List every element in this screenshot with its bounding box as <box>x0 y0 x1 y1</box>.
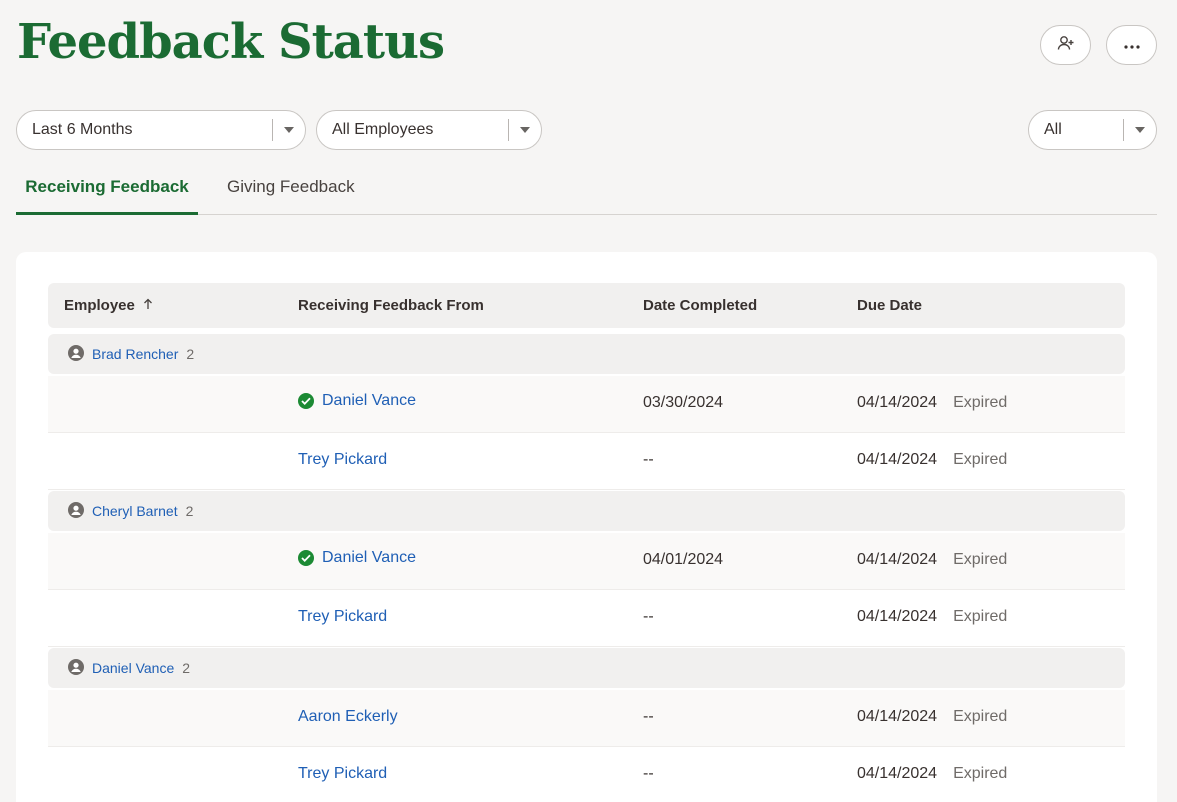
employee-group-row: Daniel Vance 2 <box>48 648 1125 688</box>
chevron-down-icon <box>273 127 305 133</box>
reviewer-name-link[interactable]: Daniel Vance <box>322 392 416 410</box>
column-header-date-completed[interactable]: Date Completed <box>643 297 757 314</box>
table-row: Aaron Eckerly -- 04/14/2024 Expired <box>48 690 1125 747</box>
period-select[interactable]: Last 6 Months <box>16 110 306 150</box>
status-select[interactable]: All <box>1028 110 1157 150</box>
due-date: 04/14/2024 <box>857 708 938 725</box>
checkmark-circle-icon <box>298 393 314 409</box>
user-avatar-icon <box>68 344 84 364</box>
status-badge: Expired <box>953 608 1008 625</box>
reviewer-name-link[interactable]: Daniel Vance <box>322 549 416 567</box>
feedback-count: 2 <box>182 660 191 676</box>
page-title: Feedback Status <box>17 14 445 70</box>
reviewer-name-link[interactable]: Trey Pickard <box>298 608 387 626</box>
reviewer-name-link[interactable]: Aaron Eckerly <box>298 708 398 726</box>
chevron-down-icon <box>1124 127 1156 133</box>
ellipsis-icon <box>1123 36 1140 54</box>
feedback-count: 2 <box>186 346 195 362</box>
period-select-value: Last 6 Months <box>32 121 133 138</box>
reviewer-name-link[interactable]: Trey Pickard <box>298 765 387 783</box>
tab-giving-feedback[interactable]: Giving Feedback <box>227 168 355 215</box>
status-badge: Expired <box>953 451 1008 468</box>
user-avatar-icon <box>68 658 84 678</box>
column-header-due-date[interactable]: Due Date <box>857 297 922 314</box>
reviewer-name-link[interactable]: Trey Pickard <box>298 451 387 469</box>
more-options-button[interactable] <box>1106 25 1157 65</box>
table-row: Daniel Vance 03/30/2024 04/14/2024 Expired <box>48 376 1125 433</box>
person-plus-icon <box>1057 35 1075 56</box>
employee-name-link[interactable]: Daniel Vance <box>92 660 174 676</box>
due-date: 04/14/2024 <box>857 394 938 411</box>
employee-group-row: Cheryl Barnet 2 <box>48 491 1125 531</box>
user-avatar-icon <box>68 501 84 521</box>
add-person-button[interactable] <box>1040 25 1091 65</box>
employee-group-row: Brad Rencher 2 <box>48 334 1125 374</box>
employees-select[interactable]: All Employees <box>316 110 542 150</box>
table-row: Trey Pickard -- 04/14/2024 Expired <box>48 433 1125 490</box>
date-completed: 03/30/2024 <box>643 394 724 411</box>
due-date: 04/14/2024 <box>857 551 938 568</box>
date-completed: -- <box>643 708 654 725</box>
column-header-label: Employee <box>64 297 135 314</box>
due-date: 04/14/2024 <box>857 608 938 625</box>
table-row: Trey Pickard -- 04/14/2024 Expired <box>48 590 1125 647</box>
table-row: Daniel Vance 04/01/2024 04/14/2024 Expired <box>48 533 1125 590</box>
employee-name-link[interactable]: Cheryl Barnet <box>92 503 178 519</box>
table-header: Employee Receiving Feedback From Date Co… <box>48 283 1125 328</box>
column-header-employee[interactable]: Employee <box>64 297 153 314</box>
employee-name-link[interactable]: Brad Rencher <box>92 346 178 362</box>
feedback-count: 2 <box>185 503 194 519</box>
sort-ascending-icon <box>143 297 153 314</box>
due-date: 04/14/2024 <box>857 451 938 468</box>
status-select-value: All <box>1044 121 1062 138</box>
date-completed: -- <box>643 451 654 468</box>
status-badge: Expired <box>953 551 1008 568</box>
due-date: 04/14/2024 <box>857 765 938 782</box>
checkmark-circle-icon <box>298 550 314 566</box>
date-completed: -- <box>643 765 654 782</box>
column-header-receiving-from[interactable]: Receiving Feedback From <box>298 297 484 314</box>
date-completed: -- <box>643 608 654 625</box>
status-badge: Expired <box>953 394 1008 411</box>
employees-select-value: All Employees <box>332 121 434 138</box>
tab-receiving-feedback[interactable]: Receiving Feedback <box>16 168 198 215</box>
feedback-table-card: Employee Receiving Feedback From Date Co… <box>16 252 1157 802</box>
table-row: Trey Pickard -- 04/14/2024 Expired <box>48 747 1125 802</box>
feedback-tabs: Receiving Feedback Giving Feedback <box>16 168 1157 215</box>
date-completed: 04/01/2024 <box>643 551 724 568</box>
status-badge: Expired <box>953 708 1008 725</box>
chevron-down-icon <box>509 127 541 133</box>
status-badge: Expired <box>953 765 1008 782</box>
